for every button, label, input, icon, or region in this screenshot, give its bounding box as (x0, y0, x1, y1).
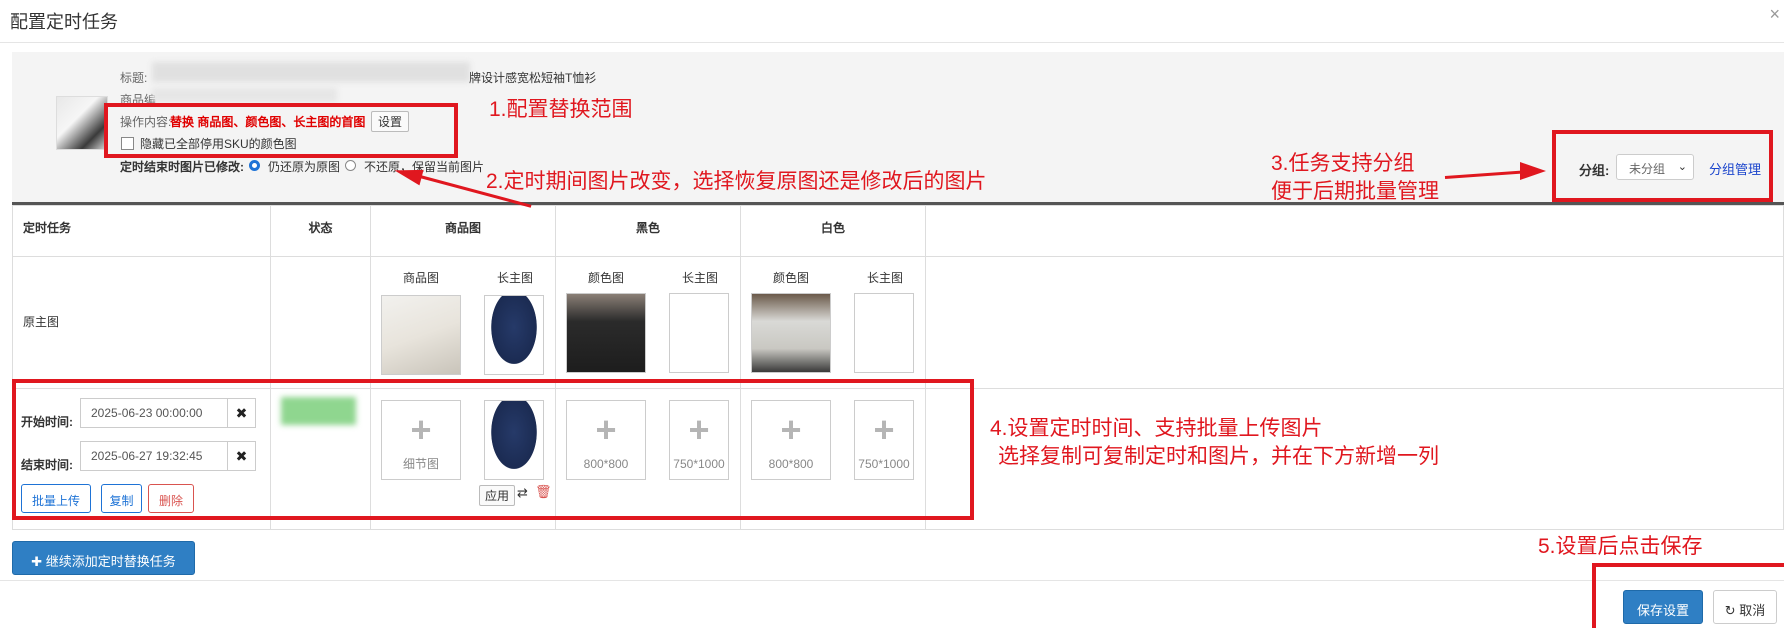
white-color-image[interactable] (751, 293, 831, 373)
original-image-row: 原主图 商品图 长主图 颜色图 长主图 颜色图 长主图 (12, 256, 1784, 389)
product-thumbnail (56, 96, 108, 150)
subheader-white-color: 颜色图 (773, 271, 810, 285)
annotation-box-save (1592, 563, 1784, 628)
dialog-title-bar: 配置定时任务 × (0, 0, 1784, 43)
header-task: 定时任务 (12, 205, 271, 257)
close-icon[interactable]: × (1769, 4, 1780, 25)
blurred-code (152, 88, 337, 102)
keep-current-radio[interactable] (345, 160, 356, 171)
subheader-long-main: 长主图 (497, 271, 534, 285)
annotation-2: 2.定时期间图片改变，选择恢复原图还是修改后的图片 (486, 170, 987, 193)
annotation-box-group (1552, 130, 1773, 202)
header-product-image: 商品图 (370, 205, 556, 257)
annotation-4-line1: 4.设置定时时间、支持批量上传图片 (990, 417, 1323, 440)
header-status: 状态 (270, 205, 371, 257)
restore-original-radio[interactable] (249, 160, 260, 171)
white-long-image[interactable] (854, 293, 914, 373)
dialog-title: 配置定时任务 (10, 12, 118, 32)
title-suffix: 牌设计感宽松短袖T恤衫 (469, 71, 597, 85)
annotation-5: 5.设置后点击保存 (1538, 535, 1703, 558)
original-product-image[interactable] (381, 295, 461, 375)
subheader-product-image: 商品图 (403, 271, 440, 285)
annotation-box-task (12, 379, 974, 520)
add-task-label: 继续添加定时替换任务 (45, 554, 176, 569)
add-task-button[interactable]: ✚ 继续添加定时替换任务 (12, 541, 195, 575)
original-row-label: 原主图 (23, 315, 60, 329)
title-label: 标题: (120, 71, 148, 85)
annotation-4-line2: 选择复制可复制定时和图片，并在下方新增一列 (998, 445, 1439, 468)
plus-icon: ✚ (31, 554, 46, 569)
blurred-title (152, 62, 470, 82)
subheader-white-long: 长主图 (867, 271, 904, 285)
annotation-arrowhead-3 (1520, 162, 1546, 180)
subheader-black-color: 颜色图 (588, 271, 625, 285)
footer-divider (0, 580, 1784, 581)
black-long-image[interactable] (669, 293, 729, 373)
restore-label: 定时结束时图片已修改: (120, 160, 244, 174)
original-long-main-image[interactable] (484, 295, 544, 375)
annotation-1: 1.配置替换范围 (489, 98, 633, 121)
black-color-image[interactable] (566, 293, 646, 373)
header-black: 黑色 (555, 205, 741, 257)
header-white: 白色 (740, 205, 926, 257)
keep-current-label: 不还原，保留当前图片 (364, 160, 485, 174)
restore-original-label: 仍还原为原图 (268, 160, 341, 174)
subheader-black-long: 长主图 (682, 271, 719, 285)
table-header-row: 定时任务 状态 商品图 黑色 白色 (12, 205, 1784, 257)
annotation-3-line1: 3.任务支持分组 (1271, 152, 1415, 175)
annotation-3-line2: 便于后期批量管理 (1271, 180, 1439, 203)
annotation-box-scope (104, 103, 458, 158)
